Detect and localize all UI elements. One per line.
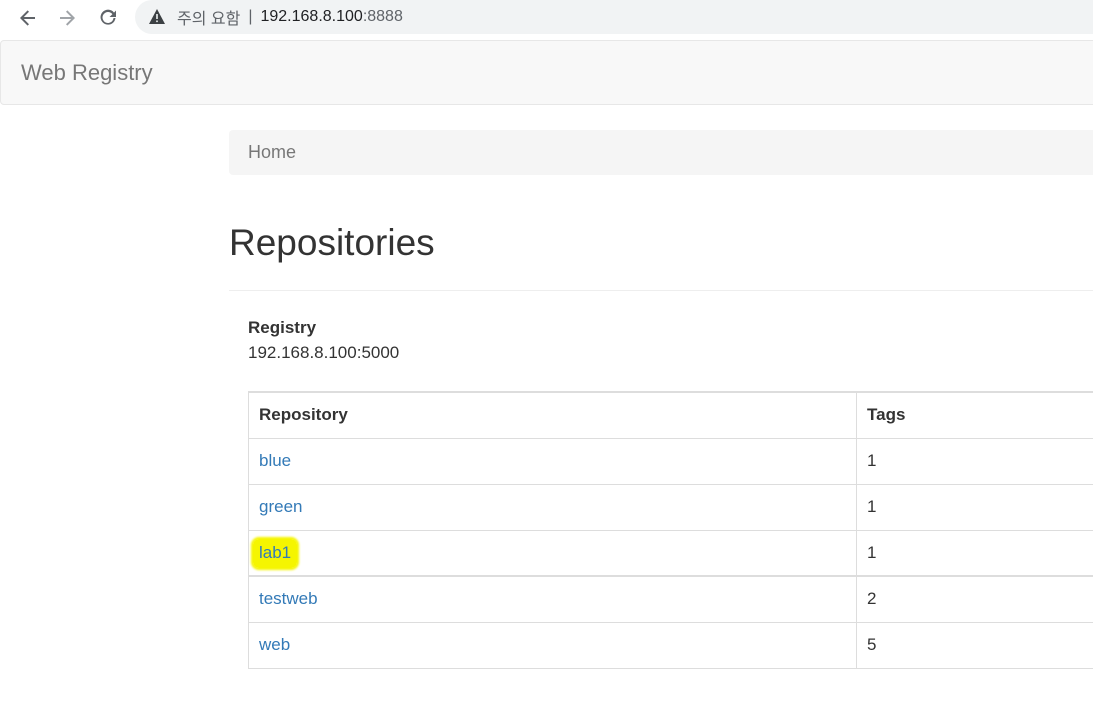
repositories-table: Repository Tags blue 1 green 1 lab1 1 te… xyxy=(248,391,1093,669)
page-title: Repositories xyxy=(229,222,435,263)
repository-cell: green xyxy=(248,483,857,531)
registry-address: 192.168.8.100:5000 xyxy=(248,343,400,362)
breadcrumb: Home xyxy=(229,130,1093,175)
table-row: web 5 xyxy=(248,621,1093,669)
browser-toolbar: 주의 요함 | 192.168.8.100:8888 xyxy=(0,0,1093,36)
table-row: green 1 xyxy=(248,483,1093,531)
back-arrow-icon[interactable] xyxy=(14,4,42,32)
breadcrumb-home[interactable]: Home xyxy=(248,142,296,162)
address-bar[interactable]: 주의 요함 | 192.168.8.100:8888 xyxy=(135,0,1093,34)
tags-cell: 1 xyxy=(856,529,1093,577)
tags-cell: 2 xyxy=(856,575,1093,623)
url-separator: | xyxy=(248,8,253,25)
url-host[interactable]: 192.168.8.100 xyxy=(260,8,362,26)
navbar: Web Registry xyxy=(0,40,1093,105)
repository-cell: web xyxy=(248,621,857,669)
navbar-brand[interactable]: Web Registry xyxy=(21,60,153,86)
repository-link[interactable]: web xyxy=(259,635,290,654)
table-row: testweb 2 xyxy=(248,575,1093,623)
column-header-tags: Tags xyxy=(856,391,1093,439)
repository-cell: blue xyxy=(248,437,857,485)
repository-link[interactable]: testweb xyxy=(259,589,318,608)
tags-cell: 1 xyxy=(856,483,1093,531)
tags-cell: 5 xyxy=(856,621,1093,669)
table-header-row: Repository Tags xyxy=(248,391,1093,439)
registry-label: Registry xyxy=(248,318,317,337)
repository-cell: testweb xyxy=(248,575,857,623)
forward-arrow-icon[interactable] xyxy=(53,4,81,32)
table-row: lab1 1 xyxy=(248,529,1093,577)
security-status[interactable]: 주의 요함 xyxy=(177,5,240,29)
repository-link-highlighted[interactable]: lab1 xyxy=(253,538,298,568)
reload-icon[interactable] xyxy=(94,4,122,32)
repository-cell: lab1 xyxy=(248,529,857,577)
repository-link[interactable]: green xyxy=(259,497,302,516)
url-port[interactable]: :8888 xyxy=(363,8,403,26)
column-header-repository: Repository xyxy=(248,391,857,439)
title-divider xyxy=(229,290,1093,291)
warning-icon[interactable] xyxy=(149,9,167,25)
tags-cell: 1 xyxy=(856,437,1093,485)
repository-link[interactable]: blue xyxy=(259,451,291,470)
table-row: blue 1 xyxy=(248,437,1093,485)
